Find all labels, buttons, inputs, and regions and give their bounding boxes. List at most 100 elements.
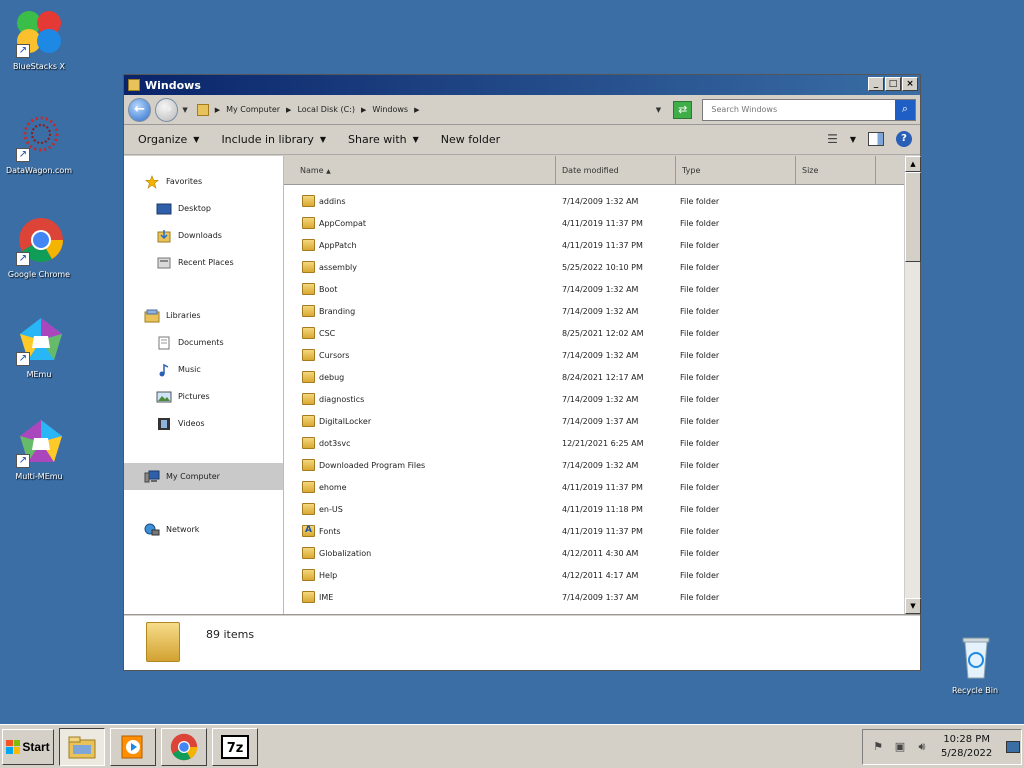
folder-icon xyxy=(302,437,315,449)
table-row[interactable]: AppPatch 4/11/2019 11:37 PM File folder xyxy=(284,234,920,256)
chevron-right-icon[interactable]: ▶ xyxy=(414,106,419,114)
caret-down-icon: ▼ xyxy=(193,135,200,144)
search-input[interactable] xyxy=(703,99,895,120)
table-row[interactable]: en-US 4/11/2019 11:18 PM File folder xyxy=(284,498,920,520)
nav-documents[interactable]: Documents xyxy=(124,329,283,356)
address-field[interactable]: ▶ My Computer ▶ Local Disk (C:) ▶ Window… xyxy=(191,98,652,121)
title-bar[interactable]: Windows _ □ × xyxy=(124,75,920,95)
recent-pages-dropdown-icon[interactable]: ▼ xyxy=(182,106,187,114)
desktop-icon-recycle-bin[interactable]: Recycle Bin xyxy=(937,632,1013,695)
folder-icon xyxy=(302,261,315,273)
preview-pane-icon[interactable] xyxy=(868,132,884,146)
table-row[interactable]: dot3svc 12/21/2021 6:25 AM File folder xyxy=(284,432,920,454)
network-tray-icon[interactable]: ▣ xyxy=(893,740,907,754)
star-icon xyxy=(145,174,159,189)
item-count: 89 items xyxy=(206,628,255,641)
scroll-thumb[interactable] xyxy=(905,172,921,262)
desktop-icon-bluestacks[interactable]: ↗ BlueStacks X xyxy=(1,8,77,71)
pictures-icon xyxy=(156,391,172,402)
nav-downloads[interactable]: Downloads xyxy=(124,222,283,249)
table-row[interactable]: IME 7/14/2009 1:37 AM File folder xyxy=(284,586,920,608)
breadcrumb-local-disk[interactable]: Local Disk (C:) xyxy=(297,105,355,114)
nav-recent-places[interactable]: Recent Places xyxy=(124,249,283,276)
close-button[interactable]: × xyxy=(902,77,918,91)
table-row[interactable]: DigitalLocker 7/14/2009 1:37 AM File folde… xyxy=(284,410,920,432)
action-center-flag-icon[interactable]: ⚑ xyxy=(871,740,885,754)
back-button[interactable]: ← xyxy=(128,97,152,122)
taskbar-7zip-button[interactable]: 7z xyxy=(212,727,258,766)
chevron-right-icon[interactable]: ▶ xyxy=(286,106,291,114)
nav-my-computer[interactable]: My Computer xyxy=(124,463,283,490)
nav-pictures[interactable]: Pictures xyxy=(124,383,283,410)
start-button[interactable]: Start xyxy=(2,728,54,765)
folder-icon xyxy=(302,283,315,295)
table-row[interactable]: addins 7/14/2009 1:32 AM File folder xyxy=(284,190,920,212)
vertical-scrollbar[interactable]: ▲ ▼ xyxy=(904,156,921,614)
nav-videos[interactable]: Videos xyxy=(124,410,283,437)
media-player-icon xyxy=(121,735,143,758)
taskbar-media-player-button[interactable] xyxy=(110,727,156,766)
table-row[interactable]: diagnostics 7/14/2009 1:32 AM File folder xyxy=(284,388,920,410)
views-dropdown-icon[interactable]: ▼ xyxy=(850,135,856,144)
new-folder-button[interactable]: New folder xyxy=(441,133,500,146)
desktop-icon-datawagon[interactable]: ↗ DataWagon.com xyxy=(1,112,77,175)
desktop-icon-label: BlueStacks X xyxy=(12,62,66,71)
table-row[interactable]: Boot 7/14/2009 1:32 AM File folder xyxy=(284,278,920,300)
table-row[interactable]: Downloaded Program Files 7/14/2009 1:32 A… xyxy=(284,454,920,476)
scroll-down-icon[interactable]: ▼ xyxy=(905,598,921,614)
shortcut-arrow-icon: ↗ xyxy=(16,352,30,366)
column-header-type[interactable]: Type xyxy=(676,156,796,184)
desktop-icon-chrome[interactable]: ↗ Google Chrome xyxy=(1,216,77,279)
breadcrumb-my-computer[interactable]: My Computer xyxy=(226,105,280,114)
nav-desktop[interactable]: Desktop xyxy=(124,195,283,222)
clock[interactable]: 10:28 PM 5/28/2022 xyxy=(941,733,992,761)
clock-time: 10:28 PM xyxy=(943,734,990,745)
desktop-icon-label: DataWagon.com xyxy=(5,166,73,175)
organize-button[interactable]: Organize ▼ xyxy=(138,133,199,146)
table-row[interactable]: Branding 7/14/2009 1:32 AM File folder xyxy=(284,300,920,322)
forward-button[interactable]: → xyxy=(155,97,179,122)
folder-icon xyxy=(302,503,315,515)
nav-network[interactable]: Network xyxy=(124,516,283,543)
table-row[interactable]: Globalization 4/12/2011 4:30 AM File folde… xyxy=(284,542,920,564)
table-row[interactable]: ehome 4/11/2019 11:37 PM File folder xyxy=(284,476,920,498)
table-row[interactable]: Cursors 7/14/2009 1:32 AM File folder xyxy=(284,344,920,366)
table-row[interactable]: Fonts4/11/2019 11:37 PMFile folder xyxy=(284,520,920,542)
address-dropdown-icon[interactable]: ▼ xyxy=(656,106,661,114)
column-header-size[interactable]: Size xyxy=(796,156,876,184)
maximize-button[interactable]: □ xyxy=(885,77,901,91)
show-desktop-icon[interactable] xyxy=(1006,741,1021,753)
views-icon[interactable]: ☰ xyxy=(827,132,838,146)
nav-favorites[interactable]: Favorites xyxy=(124,168,283,195)
desktop-icon-memu[interactable]: ↗ MEmu xyxy=(1,316,77,379)
volume-icon[interactable]: 🔊︎ xyxy=(915,740,929,754)
desktop-icon-multi-memu[interactable]: ↗ Multi-MEmu xyxy=(1,418,77,481)
table-row[interactable]: assembly 5/25/2022 10:10 PM File folder xyxy=(284,256,920,278)
table-row[interactable]: debug 8/24/2021 12:17 AM File folder xyxy=(284,366,920,388)
taskbar-chrome-button[interactable] xyxy=(161,727,207,766)
chevron-right-icon[interactable]: ▶ xyxy=(361,106,366,114)
table-row[interactable]: CSC 8/25/2021 12:02 AM File folder xyxy=(284,322,920,344)
datawagon-icon: ↗ xyxy=(14,112,64,162)
nav-music[interactable]: Music xyxy=(124,356,283,383)
table-row[interactable]: Help 4/12/2011 4:17 AM File folder xyxy=(284,564,920,586)
shortcut-arrow-icon: ↗ xyxy=(16,148,30,162)
chevron-right-icon[interactable]: ▶ xyxy=(215,106,220,114)
nav-libraries[interactable]: Libraries xyxy=(124,302,283,329)
refresh-button[interactable]: ⇄ xyxy=(673,100,693,119)
taskbar-explorer-button[interactable] xyxy=(59,727,105,766)
table-row[interactable]: AppCompat 4/11/2019 11:37 PM File folder xyxy=(284,212,920,234)
column-header-date[interactable]: Date modified xyxy=(556,156,676,184)
breadcrumb-windows[interactable]: Windows xyxy=(372,105,408,114)
share-with-button[interactable]: Share with ▼ xyxy=(348,133,419,146)
minimize-button[interactable]: _ xyxy=(868,77,884,91)
folder-icon xyxy=(196,103,209,116)
scroll-up-icon[interactable]: ▲ xyxy=(905,156,921,172)
network-icon xyxy=(144,523,160,535)
include-in-library-button[interactable]: Include in library ▼ xyxy=(221,133,326,146)
search-icon[interactable]: ⌕ xyxy=(895,99,915,120)
multi-memu-icon: ↗ xyxy=(14,418,64,468)
file-list: Name ▲ Date modified Type Size addins 7/1… xyxy=(284,156,921,614)
help-icon[interactable]: ? xyxy=(896,131,912,147)
column-header-name[interactable]: Name ▲ xyxy=(284,156,556,184)
